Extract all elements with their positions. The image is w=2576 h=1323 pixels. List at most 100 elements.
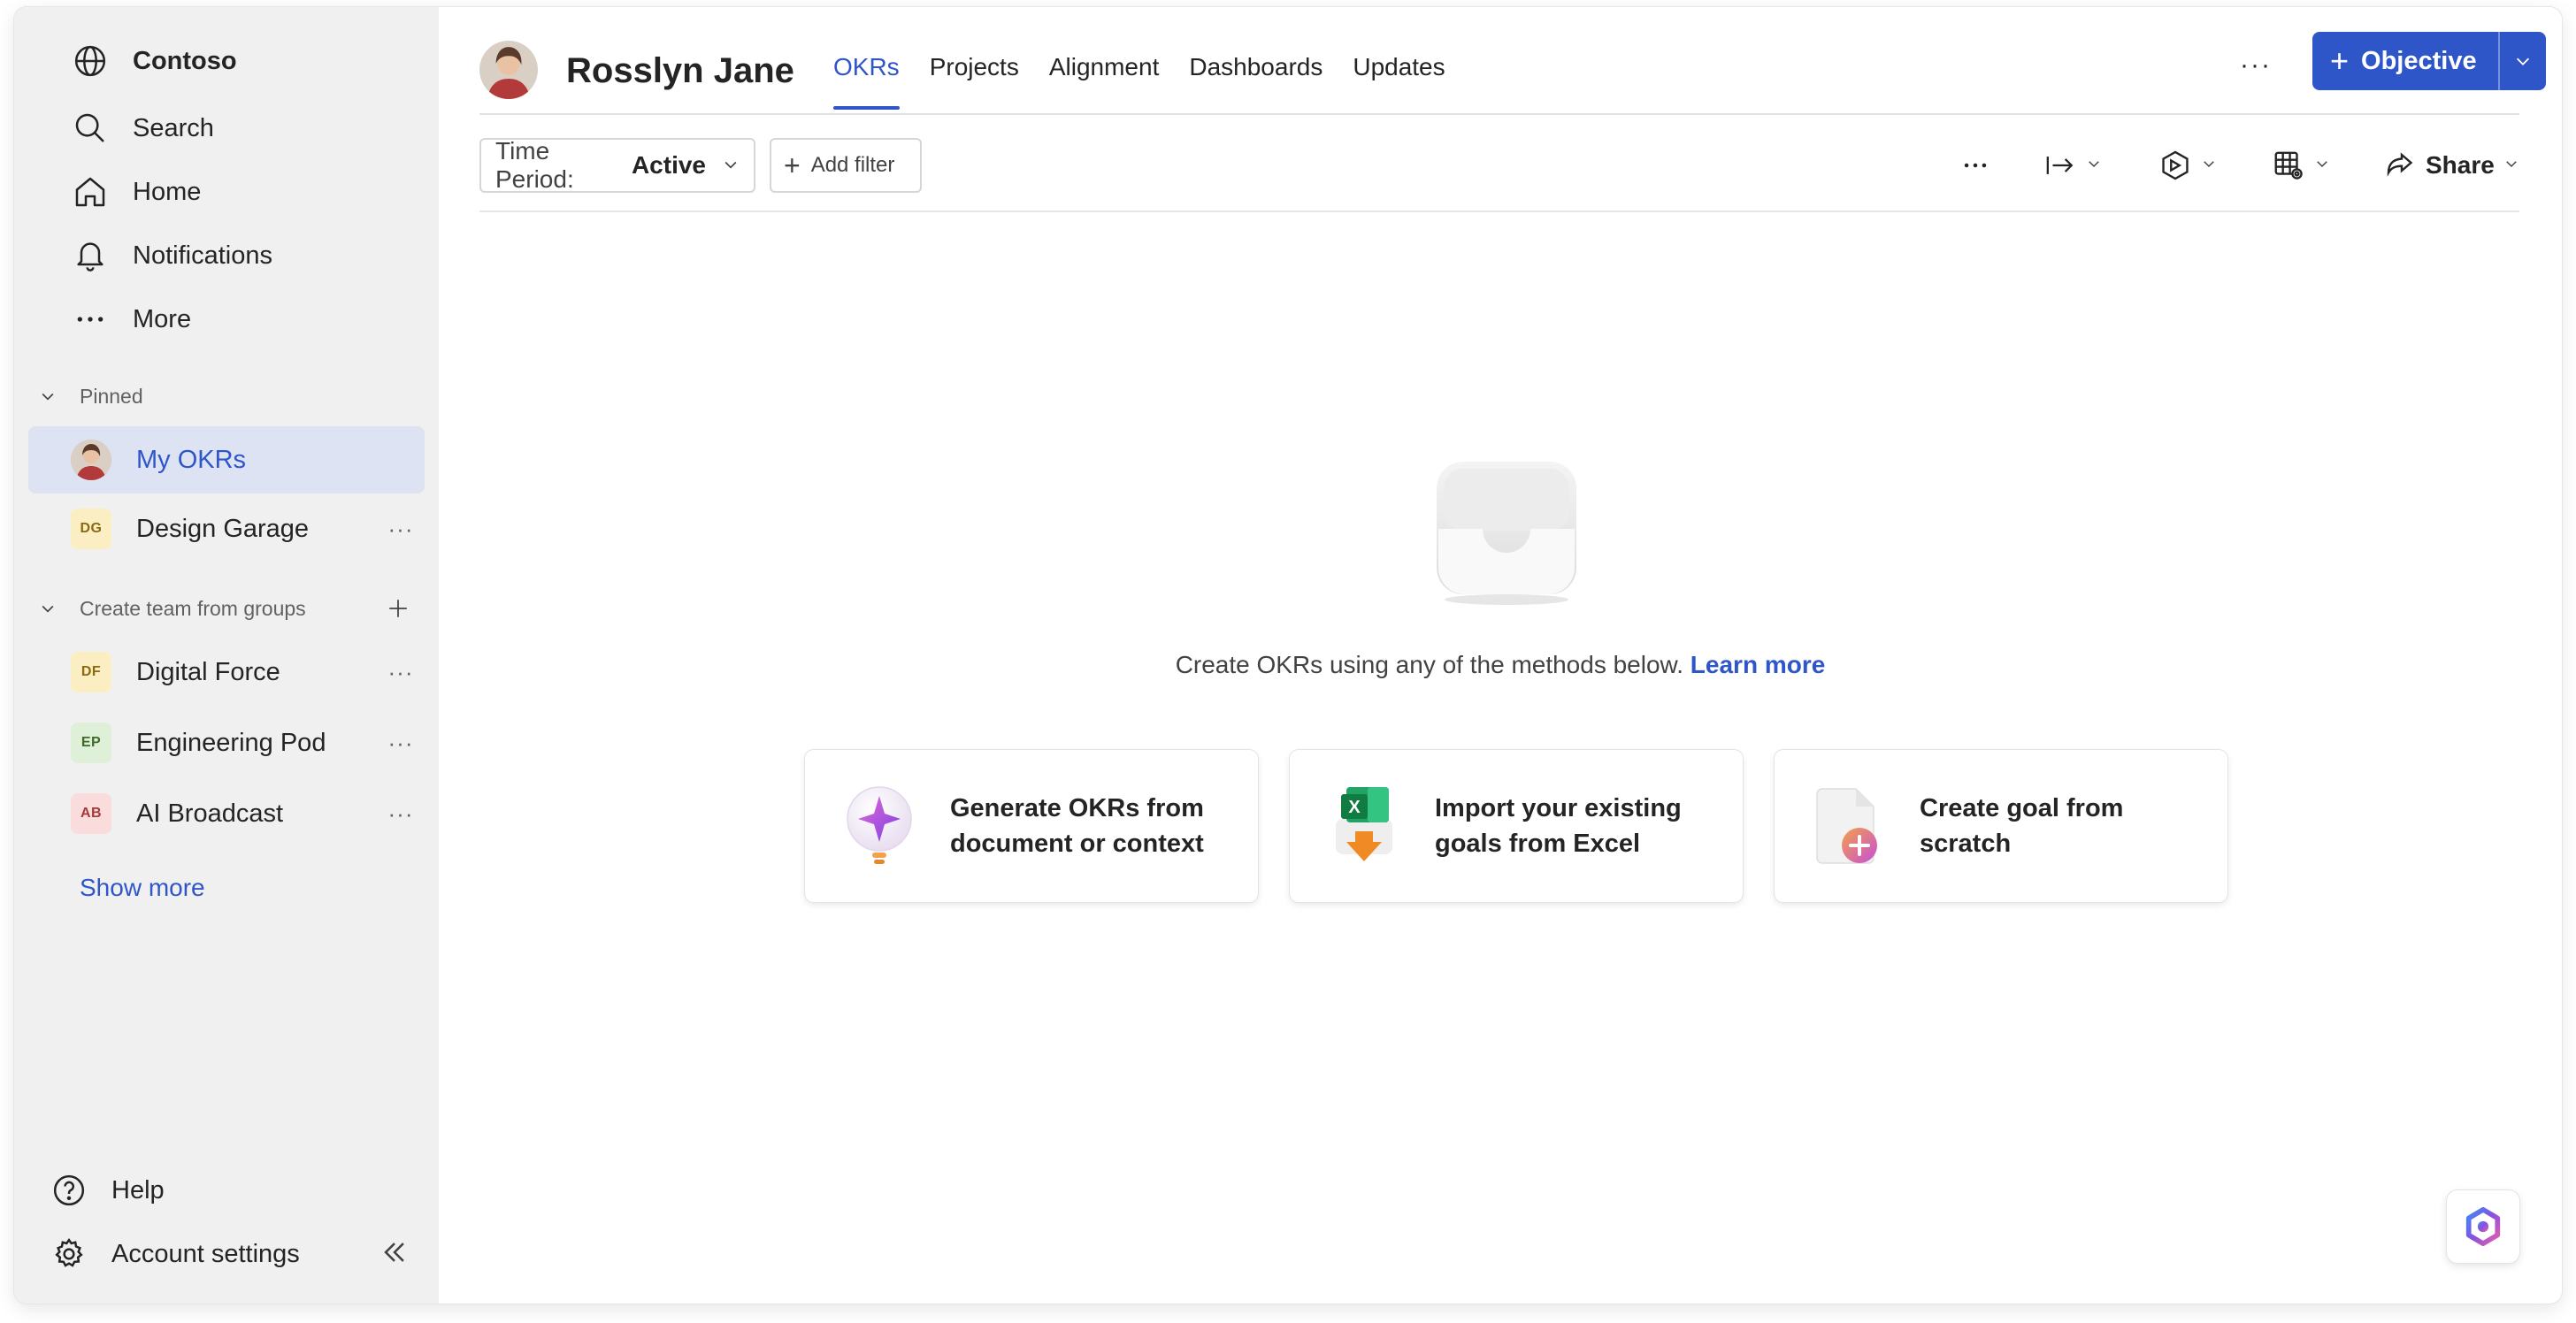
brand[interactable]: Contoso [71, 35, 237, 87]
toolbar-more-icon[interactable] [1960, 143, 1990, 187]
nav-search-label: Search [133, 113, 214, 142]
time-period-value: Active [631, 151, 706, 179]
new-document-icon [1812, 784, 1886, 868]
create-from-scratch-card[interactable]: Create goal from scratch [1775, 750, 2227, 902]
account-settings-label: Account settings [111, 1239, 300, 1268]
avatar [71, 440, 111, 480]
groups-section-header[interactable]: Create team from groups [35, 591, 306, 626]
home-icon [71, 172, 110, 211]
empty-state-message: Create OKRs using any of the methods bel… [439, 651, 2562, 679]
objective-button-label: Objective [2361, 46, 2477, 75]
nav-home[interactable]: Home [71, 166, 201, 218]
nav-notifications-label: Notifications [133, 241, 272, 270]
tab-projects[interactable]: Projects [930, 53, 1019, 110]
collapse-sidebar-icon[interactable] [372, 1229, 418, 1275]
nav-notifications[interactable]: Notifications [71, 230, 272, 281]
more-options-icon[interactable]: ··· [380, 796, 421, 831]
pinned-section-label: Pinned [80, 384, 143, 408]
brand-name: Contoso [133, 46, 237, 75]
help-label: Help [111, 1175, 165, 1204]
generate-okrs-card[interactable]: Generate OKRs from document or context [805, 750, 1258, 902]
team-avatar: DF [71, 652, 111, 692]
import-excel-card[interactable]: X Import your existing goals from Excel [1290, 750, 1743, 902]
method-label: Generate OKRs from document or context [950, 794, 1204, 858]
arrow-to-right-icon [2046, 157, 2074, 174]
sidebar: Contoso Search Home Notifications More P… [14, 7, 439, 1304]
time-period-filter[interactable]: Time Period: Active [479, 137, 755, 193]
group-item-engineering-pod[interactable]: EP Engineering Pod ··· [28, 709, 439, 776]
add-filter-button[interactable]: + Add filter [770, 138, 922, 193]
help-icon [50, 1171, 88, 1210]
share-label: Share [2426, 151, 2495, 179]
table-settings-icon [2274, 151, 2303, 180]
method-label: Import your existing goals from Excel [1435, 794, 1682, 858]
objective-split-button: + Objective [2312, 32, 2546, 90]
copilot-fab-button[interactable] [2447, 1190, 2519, 1263]
pinned-section-header[interactable]: Pinned [35, 379, 143, 414]
search-icon [71, 109, 110, 148]
ellipsis-icon [71, 300, 110, 339]
bell-icon [71, 236, 110, 275]
expand-view-button[interactable] [2043, 143, 2102, 187]
group-item-digital-force[interactable]: DF Digital Force ··· [28, 639, 439, 706]
groups-section-label: Create team from groups [80, 596, 306, 620]
header-more-icon[interactable]: ··· [2231, 46, 2281, 85]
excel-import-icon: X [1327, 784, 1401, 868]
account-settings-button[interactable]: Account settings [50, 1229, 300, 1279]
header-divider [479, 113, 2519, 115]
plus-icon: + [784, 149, 801, 181]
nav-search[interactable]: Search [71, 103, 214, 154]
show-more-link[interactable]: Show more [80, 874, 205, 902]
chevron-down-icon [722, 151, 740, 180]
learn-more-link[interactable]: Learn more [1690, 651, 1826, 678]
share-button[interactable]: Share [2383, 143, 2519, 187]
copilot-icon [2162, 150, 2189, 180]
team-avatar: EP [71, 723, 111, 763]
add-objective-button[interactable]: + Objective [2312, 32, 2498, 90]
group-item-ai-broadcast[interactable]: AB AI Broadcast ··· [28, 780, 439, 847]
tab-dashboards[interactable]: Dashboards [1189, 53, 1322, 110]
chevron-down-icon [2201, 156, 2217, 176]
page-title: Rosslyn Jane [566, 51, 794, 90]
pinned-item-design-garage[interactable]: DG Design Garage ··· [28, 495, 439, 562]
chevron-down-icon [2086, 156, 2102, 176]
chevron-down-icon [2516, 57, 2529, 65]
add-filter-label: Add filter [810, 153, 895, 177]
main-content: Rosslyn Jane OKRs Projects Alignment Das… [439, 7, 2562, 1304]
group-item-label: AI Broadcast [136, 799, 284, 828]
tab-updates[interactable]: Updates [1353, 53, 1445, 110]
chevron-down-icon [35, 387, 60, 405]
chevron-down-icon [2503, 156, 2519, 176]
tab-alignment[interactable]: Alignment [1049, 53, 1160, 110]
nav-more[interactable]: More [71, 294, 191, 345]
add-icon[interactable] [380, 591, 416, 626]
user-avatar [479, 41, 538, 99]
more-options-icon[interactable]: ··· [380, 654, 421, 690]
globe-icon [71, 42, 110, 80]
empty-inbox-icon [1431, 458, 1582, 608]
time-period-label: Time Period: [495, 137, 574, 193]
table-settings-button[interactable] [2272, 143, 2330, 187]
copilot-logo-icon [2465, 1206, 2501, 1247]
method-label: Create goal from scratch [1920, 794, 2124, 858]
tab-okrs[interactable]: OKRs [833, 53, 900, 110]
copilot-toolbar-button[interactable] [2158, 143, 2217, 187]
pinned-item-my-okrs[interactable]: My OKRs [28, 426, 425, 493]
tab-bar: OKRs Projects Alignment Dashboards Updat… [833, 53, 1476, 110]
team-avatar: AB [71, 793, 111, 834]
nav-home-label: Home [133, 177, 202, 206]
app-window: Contoso Search Home Notifications More P… [14, 7, 2562, 1304]
group-item-label: Engineering Pod [136, 728, 326, 757]
share-icon [2387, 152, 2413, 177]
objective-dropdown-button[interactable] [2497, 32, 2546, 90]
nav-more-label: More [133, 304, 192, 333]
empty-state-text: Create OKRs using any of the methods bel… [1175, 651, 1684, 678]
plus-icon: + [2330, 42, 2350, 79]
gear-icon [50, 1235, 88, 1273]
more-options-icon[interactable]: ··· [380, 511, 421, 547]
pinned-item-label: Design Garage [136, 514, 310, 543]
sparkle-bulb-icon [842, 784, 916, 868]
team-avatar: DG [71, 509, 111, 549]
more-options-icon[interactable]: ··· [380, 725, 421, 761]
help-button[interactable]: Help [50, 1166, 165, 1215]
